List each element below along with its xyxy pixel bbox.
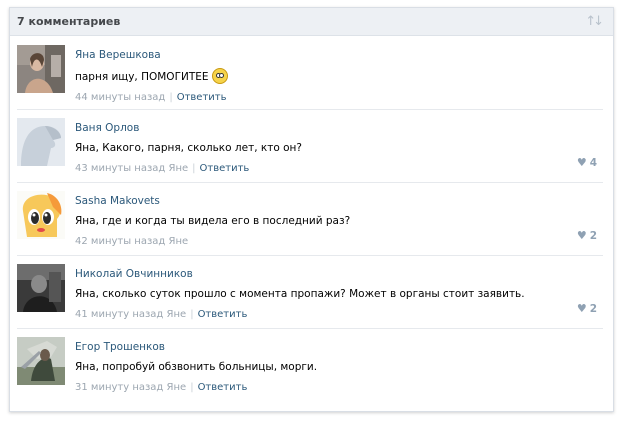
- comment-meta: 43 минуты назад Яне | Ответить: [75, 162, 593, 176]
- comment-text: Яна, Какого, парня, сколько лет, кто он?: [75, 142, 302, 154]
- comment-meta: 31 минуту назад Яне | Ответить: [75, 381, 593, 395]
- comment-time[interactable]: 44 минуты назад: [75, 92, 165, 103]
- avatar[interactable]: [17, 118, 65, 166]
- comment-item: Яна Верешкова парня ищу, ПОМОГИТЕЕ 44 ми…: [10, 37, 613, 110]
- comment-text-content: парня ищу, ПОМОГИТЕЕ: [75, 71, 209, 83]
- meta-divider: |: [169, 92, 173, 103]
- avatar[interactable]: [17, 191, 65, 239]
- reply-to-link[interactable]: Яне: [167, 309, 187, 320]
- avatar[interactable]: [17, 337, 65, 385]
- reply-button[interactable]: Ответить: [200, 163, 250, 174]
- sort-arrows-icon[interactable]: ↑↓: [585, 14, 604, 29]
- comment-text: Яна, где и когда ты видела его в последн…: [75, 215, 351, 227]
- comment-author[interactable]: Егор Трошенков: [75, 340, 593, 354]
- comment-text: Яна, сколько суток прошло с момента проп…: [75, 288, 525, 300]
- like-count: 2: [589, 303, 597, 315]
- comment-meta: 42 минуты назад Яне: [75, 235, 593, 249]
- comment-time[interactable]: 41 минуту назад: [75, 309, 163, 320]
- comment-text: Яна, попробуй обзвонить больницы, морги.: [75, 361, 318, 373]
- comments-header: 7 комментариев ↑↓: [10, 8, 613, 36]
- reply-button[interactable]: Ответить: [198, 309, 248, 320]
- like-count: 2: [589, 230, 597, 242]
- heart-icon: ♥: [576, 302, 587, 315]
- like-button[interactable]: ♥ 2: [577, 302, 597, 315]
- reply-to-link[interactable]: Яне: [169, 163, 189, 174]
- comment-text: парня ищу, ПОМОГИТЕЕ: [75, 68, 593, 84]
- comment-author[interactable]: Николай Овчинников: [75, 267, 593, 281]
- meta-divider: |: [190, 309, 194, 320]
- comment-time[interactable]: 31 минуту назад: [75, 382, 163, 393]
- reply-to-link[interactable]: Яне: [167, 382, 187, 393]
- like-button[interactable]: ♥ 4: [577, 156, 597, 169]
- reply-button[interactable]: Ответить: [177, 92, 227, 103]
- comment-time[interactable]: 42 минуты назад: [75, 236, 165, 247]
- avatar[interactable]: [17, 45, 65, 93]
- reply-to-link[interactable]: Яне: [169, 236, 189, 247]
- smiley-emoji-icon: [211, 68, 228, 84]
- like-count: 4: [589, 157, 597, 169]
- like-button[interactable]: ♥ 2: [577, 229, 597, 242]
- comment-item: Егор Трошенков Яна, попробуй обзвонить б…: [10, 329, 613, 402]
- meta-divider: |: [192, 163, 196, 174]
- meta-divider: |: [190, 382, 194, 393]
- comment-author[interactable]: Яна Верешкова: [75, 48, 593, 62]
- comment-meta: 41 минуту назад Яне | Ответить: [75, 308, 593, 322]
- comment-item: Ваня Орлов Яна, Какого, парня, сколько л…: [10, 110, 613, 183]
- comment-meta: 44 минуты назад | Ответить: [75, 91, 593, 105]
- heart-icon: ♥: [576, 156, 587, 169]
- comment-author[interactable]: Sasha Makovets: [75, 194, 593, 208]
- comment-item: Николай Овчинников Яна, сколько суток пр…: [10, 256, 613, 329]
- heart-icon: ♥: [576, 229, 587, 242]
- avatar[interactable]: [17, 264, 65, 312]
- comments-count-title: 7 комментариев: [17, 15, 121, 28]
- comment-time[interactable]: 43 минуты назад: [75, 163, 165, 174]
- comment-item: Sasha Makovets Яна, где и когда ты видел…: [10, 183, 613, 256]
- comments-panel: 7 комментариев ↑↓ Яна Верешкова парня ищ…: [9, 7, 614, 412]
- reply-button[interactable]: Ответить: [198, 382, 248, 393]
- comment-author[interactable]: Ваня Орлов: [75, 121, 593, 135]
